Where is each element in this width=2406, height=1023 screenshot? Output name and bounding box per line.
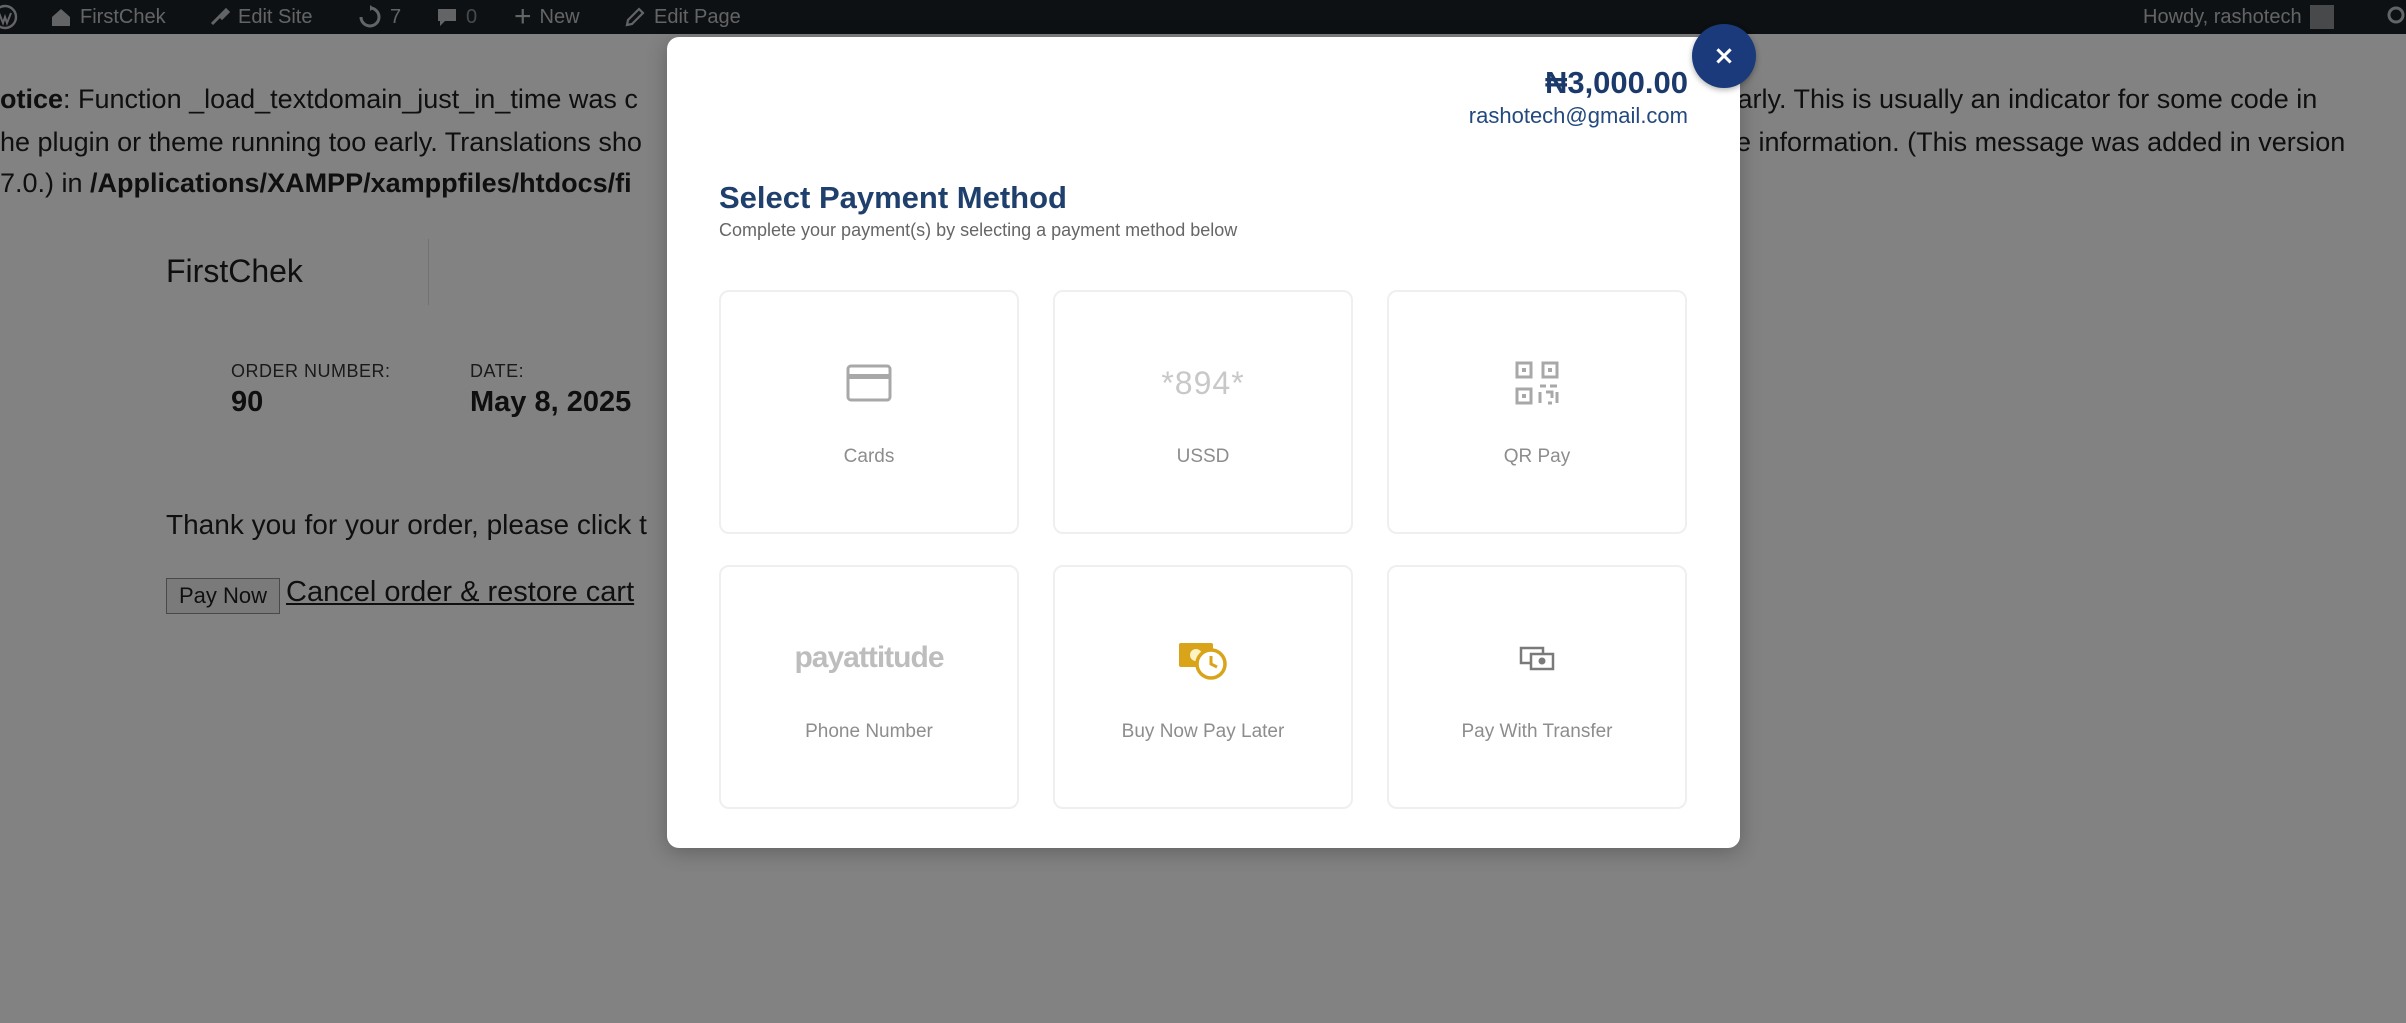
qr-code-icon bbox=[1389, 358, 1685, 408]
payment-option-label: Pay With Transfer bbox=[1461, 721, 1613, 742]
payment-option-label: Phone Number bbox=[805, 721, 933, 742]
payment-option-buy-now-pay-later[interactable]: Buy Now Pay Later bbox=[1053, 565, 1353, 809]
payment-option-qr-pay[interactable]: QR Pay bbox=[1387, 290, 1687, 534]
payment-option-label: QR Pay bbox=[1503, 446, 1571, 467]
payment-option-label: USSD bbox=[1176, 446, 1230, 467]
card-icon bbox=[721, 358, 1017, 408]
payment-option-ussd[interactable]: *894* USSD bbox=[1053, 290, 1353, 534]
customer-email: rashotech@gmail.com bbox=[1468, 103, 1688, 128]
close-modal-button[interactable]: × bbox=[1692, 24, 1756, 88]
payment-modal: ₦3,000.00 rashotech@gmail.com Select Pay… bbox=[667, 37, 1740, 848]
transfer-icon bbox=[1389, 633, 1685, 683]
payment-option-cards[interactable]: Cards bbox=[719, 290, 1019, 534]
ussd-code-text: *894* bbox=[1161, 364, 1245, 401]
payattitude-text: payattitude bbox=[794, 641, 944, 674]
payment-option-label: Buy Now Pay Later bbox=[1121, 721, 1285, 742]
modal-subtitle: Complete your payment(s) by selecting a … bbox=[719, 220, 1238, 240]
payment-option-phone-number[interactable]: payattitude Phone Number bbox=[719, 565, 1019, 809]
modal-title: Select Payment Method bbox=[719, 180, 1067, 215]
payment-amount: ₦3,000.00 bbox=[1544, 65, 1688, 100]
close-icon: × bbox=[1713, 41, 1735, 71]
money-clock-icon bbox=[1055, 633, 1351, 683]
ussd-icon: *894* bbox=[1055, 358, 1351, 408]
payment-option-label: Cards bbox=[843, 446, 895, 467]
payattitude-logo: payattitude bbox=[721, 633, 1017, 683]
payment-option-pay-with-transfer[interactable]: Pay With Transfer bbox=[1387, 565, 1687, 809]
